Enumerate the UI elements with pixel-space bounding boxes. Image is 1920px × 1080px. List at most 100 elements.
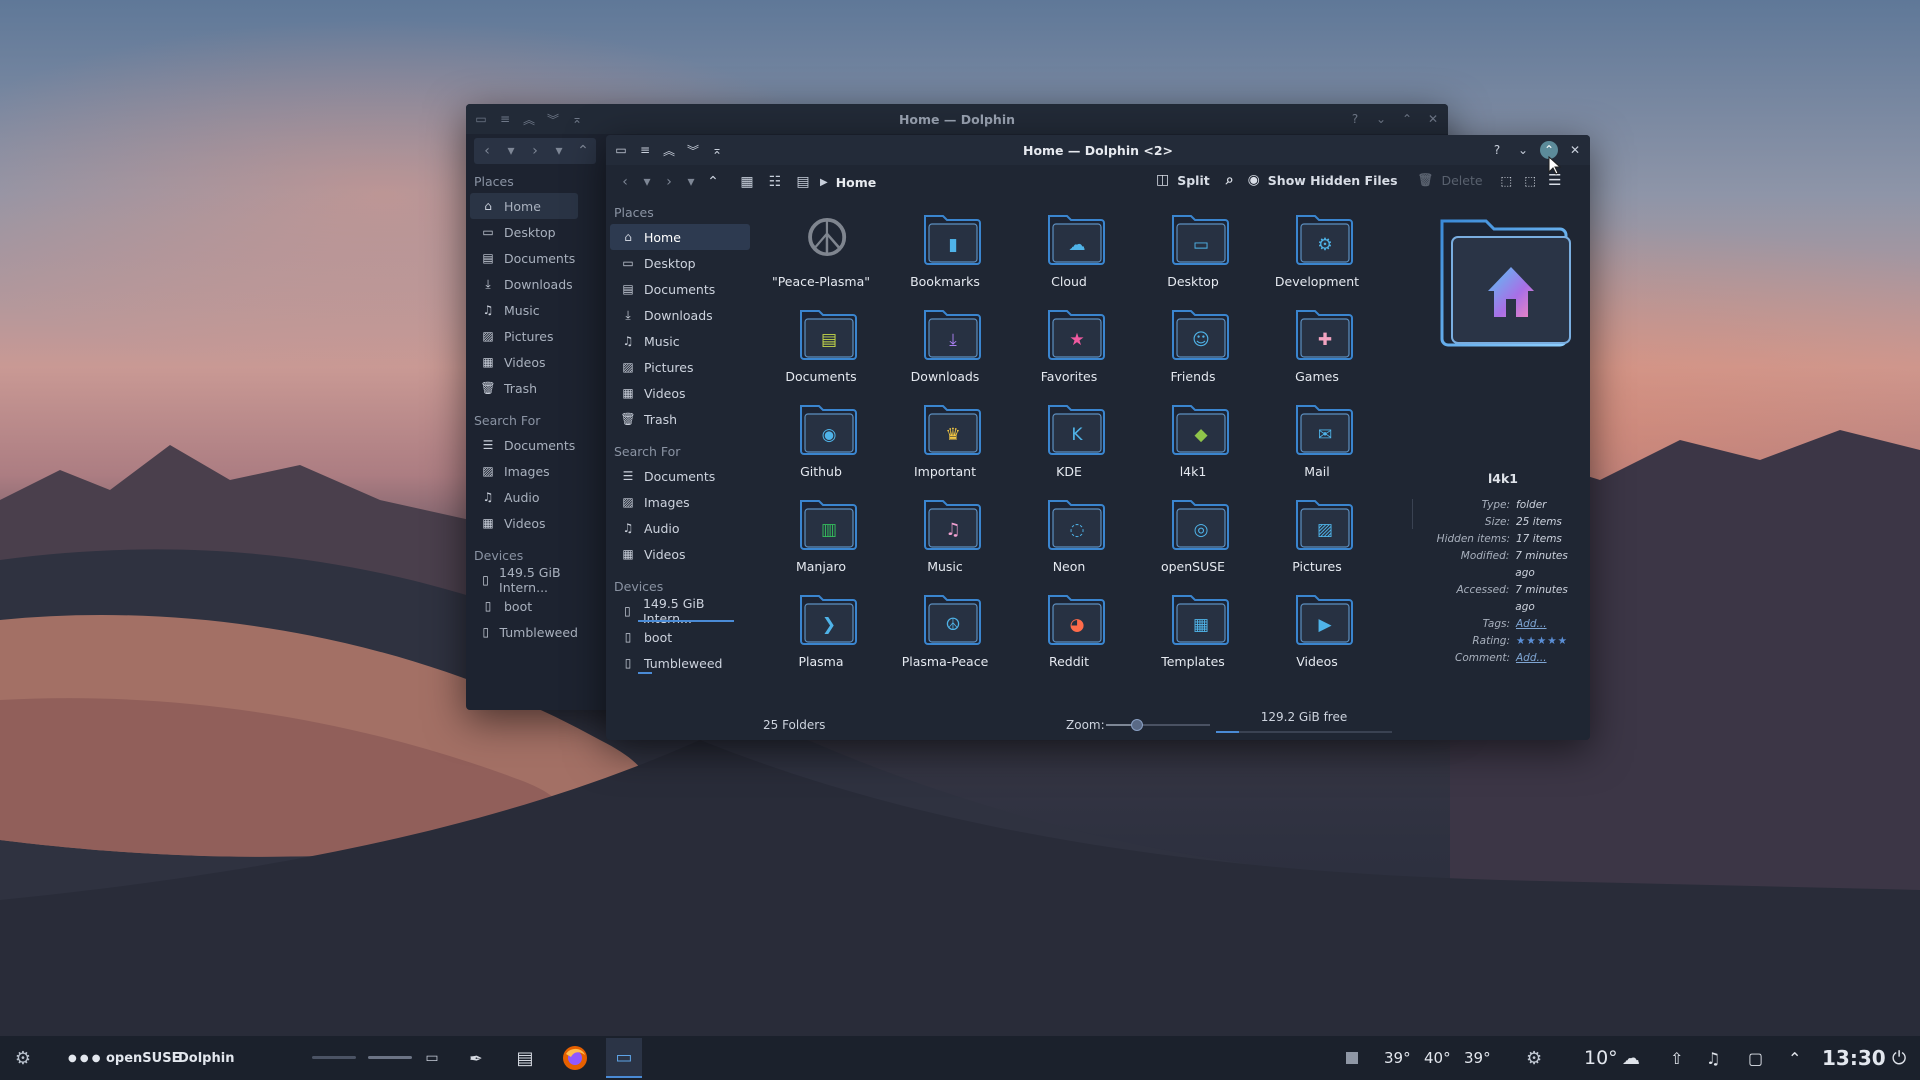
folder-item[interactable]: ☮ Plasma-Peace — [885, 590, 1005, 680]
show-hidden-files-button[interactable]: Show Hidden Files — [1268, 173, 1398, 188]
cloud-icon[interactable]: ☁ — [1622, 1048, 1640, 1069]
folder-item[interactable]: ♛ Important — [885, 400, 1005, 490]
pen-app-icon[interactable]: ✒ — [464, 1043, 488, 1073]
forward-icon[interactable]: › — [524, 140, 546, 162]
sidebar-item-music[interactable]: ♫ Music — [470, 297, 578, 323]
sidebar-search-audio[interactable]: ♫ Audio — [610, 515, 750, 541]
active-app-title[interactable]: Dolphin — [178, 1051, 234, 1066]
file-view[interactable]: ☮ "Peace-Plasma" ▮ Bookmarks ☁ Cloud ▭ Desktop ⚙… — [761, 209, 1359, 680]
firefox-app-icon[interactable] — [560, 1043, 590, 1073]
minimize-icon[interactable]: ⌄ — [1372, 110, 1390, 128]
folder-item[interactable]: ★ Favorites — [1009, 305, 1129, 395]
search-icon[interactable]: ⌕ — [1226, 172, 1234, 188]
folder-item[interactable]: ☺ Friends — [1133, 305, 1253, 395]
close-icon[interactable]: ✕ — [1566, 141, 1584, 159]
sidebar-device-internal[interactable]: ▯ 149.5 GiB Intern... — [610, 596, 750, 626]
up-icon[interactable]: ⌃ — [572, 140, 594, 162]
sidebar-item-home[interactable]: ⌂ Home — [610, 224, 750, 250]
sidebar-item-downloads[interactable]: ⤓ Downloads — [610, 302, 750, 328]
sidebar-item-trash[interactable]: 🗑 Trash — [470, 375, 578, 401]
compact-view-icon[interactable]: ☷ — [764, 171, 786, 193]
clock[interactable]: 13:30 — [1822, 1046, 1886, 1070]
weather-temp[interactable]: 10° — [1584, 1047, 1618, 1069]
folder-item[interactable]: ✉ Mail — [1257, 400, 1377, 490]
kde-connect-icon[interactable]: ⚙ — [1526, 1048, 1542, 1069]
chevron-down-icon[interactable]: ▾ — [500, 140, 522, 162]
sidebar-search-videos[interactable]: ▦ Videos — [470, 510, 578, 536]
sidebar-item-downloads[interactable]: ⤓ Downloads — [470, 271, 578, 297]
delete-button[interactable]: Delete — [1441, 173, 1482, 188]
folder-item[interactable]: ▨ Pictures — [1257, 495, 1377, 585]
chevron-down-icon[interactable]: ▾ — [548, 140, 570, 162]
sidebar-item-documents[interactable]: ▤ Documents — [470, 245, 578, 271]
back-icon[interactable]: ‹ — [476, 140, 498, 162]
chevron-down-icon[interactable]: ▾ — [680, 171, 702, 193]
add-comment-link[interactable]: Add... — [1516, 650, 1547, 667]
folder-item[interactable]: ☁ Cloud — [1009, 210, 1129, 300]
help-icon[interactable]: ? — [1346, 110, 1364, 128]
sidebar-item-videos[interactable]: ▦ Videos — [470, 349, 578, 375]
rating-stars[interactable]: ★★★★★ — [1516, 633, 1568, 650]
folder-item[interactable]: ✚ Games — [1257, 305, 1377, 395]
minimize-icon[interactable]: ⌄ — [1514, 141, 1532, 159]
folder-item[interactable]: K KDE — [1009, 400, 1129, 490]
sidebar-item-documents[interactable]: ▤ Documents — [610, 276, 750, 302]
breadcrumb[interactable]: Home — [836, 175, 877, 190]
folder-item[interactable]: ▦ Templates — [1133, 590, 1253, 680]
dolphin-window-front[interactable]: ▭ ≡ ︽ ︾ ⌅ Home — Dolphin <2> ? ⌄ ⌃ ✕ ‹ ▾… — [606, 135, 1590, 740]
sidebar-device-tumbleweed[interactable]: ▯ Tumbleweed — [470, 619, 578, 645]
tray-small-icon[interactable] — [1346, 1052, 1358, 1064]
sidebar-device-boot[interactable]: ▯ boot — [470, 593, 578, 619]
folder-item[interactable]: ◌ Neon — [1009, 495, 1129, 585]
folder-item[interactable]: ☮ "Peace-Plasma" — [761, 209, 881, 300]
select-icon[interactable]: ⬚ — [1524, 173, 1536, 188]
pager-desktop-1[interactable] — [312, 1056, 356, 1059]
sidebar-search-videos[interactable]: ▦ Videos — [610, 541, 750, 567]
sidebar-item-trash[interactable]: 🗑 Trash — [610, 406, 750, 432]
sidebar-item-videos[interactable]: ▦ Videos — [610, 380, 750, 406]
dolphin-app-icon[interactable]: ▭ — [606, 1038, 642, 1078]
sidebar-item-pictures[interactable]: ▨ Pictures — [470, 323, 578, 349]
folder-item[interactable]: ⚙ Development — [1257, 210, 1377, 300]
sidebar-device-boot[interactable]: ▯ boot — [610, 624, 750, 650]
power-icon[interactable]: ⏻ — [1892, 1048, 1906, 1069]
sidebar-item-desktop[interactable]: ▭ Desktop — [610, 250, 750, 276]
up-icon[interactable]: ⌃ — [702, 171, 724, 193]
terminal-app-icon[interactable]: ▤ — [510, 1043, 540, 1073]
fit-icon[interactable]: ⬚ — [1501, 173, 1513, 188]
split-icon[interactable]: ◫ — [1156, 172, 1169, 188]
sidebar-device-internal[interactable]: ▯ 149.5 GiB Intern... — [470, 565, 578, 595]
folder-item[interactable]: ◆ l4k1 — [1133, 400, 1253, 490]
zoom-slider[interactable] — [1106, 719, 1210, 731]
folder-item[interactable]: ▶ Videos — [1257, 590, 1377, 680]
close-icon[interactable]: ✕ — [1424, 110, 1442, 128]
folder-item[interactable]: ♫ Music — [885, 495, 1005, 585]
sidebar-search-images[interactable]: ▨ Images — [470, 458, 578, 484]
activity-name[interactable]: openSUSE — [106, 1051, 180, 1066]
sidebar-item-desktop[interactable]: ▭ Desktop — [470, 219, 578, 245]
titlebar[interactable]: ▭ ≡ ︽ ︾ ⌅ Home — Dolphin <2> ? ⌄ ⌃ ✕ — [606, 135, 1590, 165]
folder-item[interactable]: ▮ Bookmarks — [885, 210, 1005, 300]
eye-icon[interactable]: ◉ — [1248, 172, 1260, 188]
media-icon[interactable]: ♫ — [1706, 1049, 1720, 1068]
sidebar-search-images[interactable]: ▨ Images — [610, 489, 750, 515]
chevron-down-icon[interactable]: ▾ — [636, 171, 658, 193]
titlebar[interactable]: ▭ ≡ ︽ ︾ ⌅ Home — Dolphin ? ⌄ ⌃ ✕ — [466, 104, 1448, 134]
folder-item[interactable]: ▥ Manjaro — [761, 495, 881, 585]
folder-item[interactable]: ◉ Github — [761, 400, 881, 490]
folder-item[interactable]: ▭ Desktop — [1133, 210, 1253, 300]
clipboard-icon[interactable]: ▢ — [1748, 1049, 1763, 1068]
forward-icon[interactable]: › — [658, 171, 680, 193]
details-view-icon[interactable]: ▤ — [792, 171, 814, 193]
updates-icon[interactable]: ⇧ — [1670, 1049, 1683, 1068]
pager-desktop-2[interactable] — [368, 1056, 412, 1059]
sidebar-search-documents[interactable]: ☰ Documents — [470, 432, 578, 458]
show-desktop-icon[interactable]: ▭ — [420, 1043, 444, 1073]
zoom-slider-handle[interactable] — [1131, 719, 1144, 731]
icons-view-icon[interactable]: ▦ — [736, 171, 758, 193]
split-button[interactable]: Split — [1177, 173, 1210, 188]
folder-item[interactable]: ◕ Reddit — [1009, 590, 1129, 680]
sidebar-item-pictures[interactable]: ▨ Pictures — [610, 354, 750, 380]
folder-item[interactable]: ◎ openSUSE — [1133, 495, 1253, 585]
sidebar-item-home[interactable]: ⌂ Home — [470, 193, 578, 219]
